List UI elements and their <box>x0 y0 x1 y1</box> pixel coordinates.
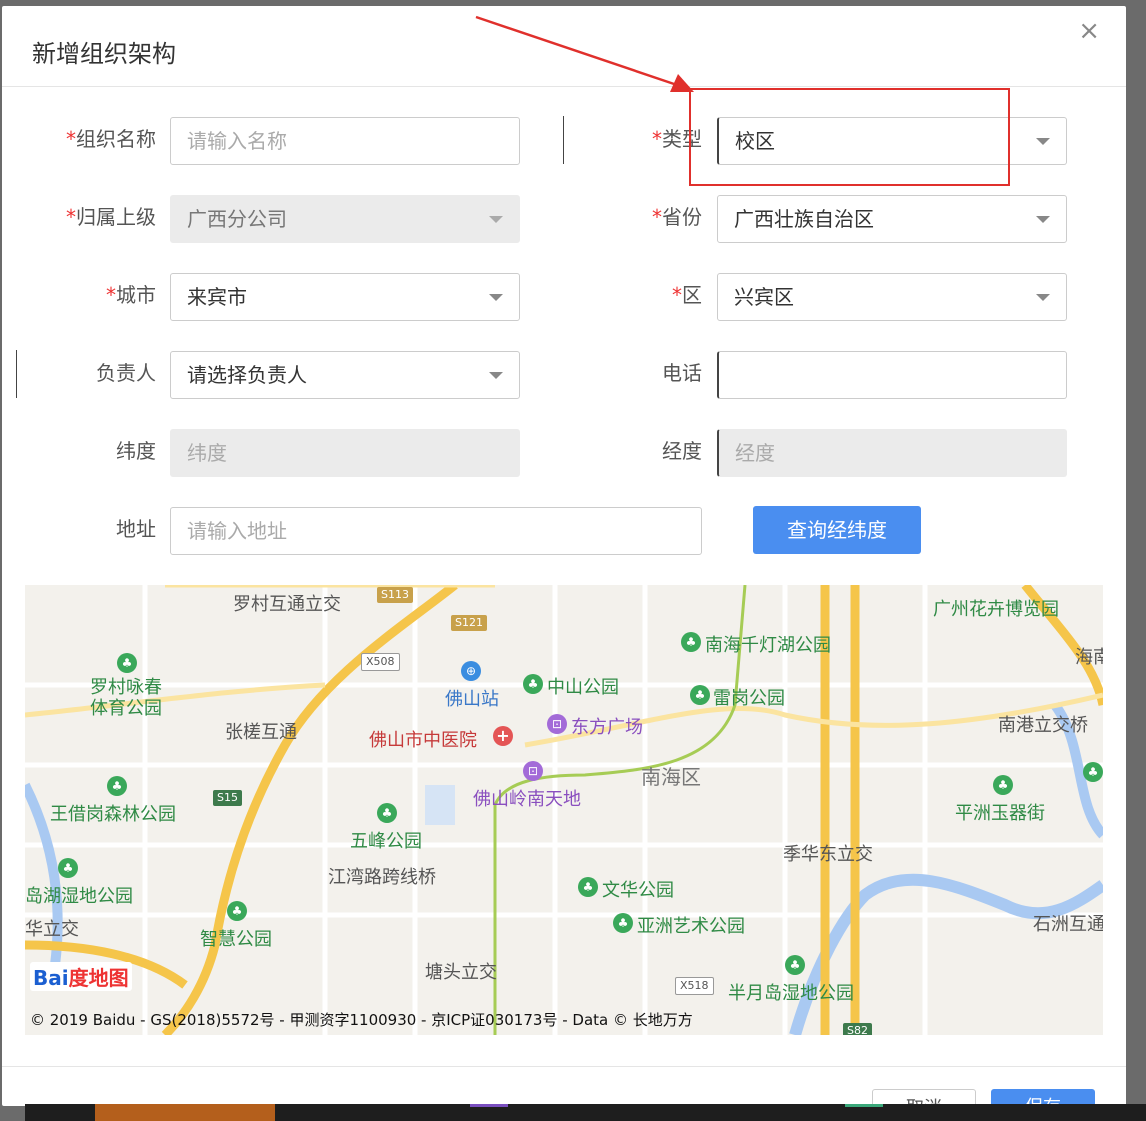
road-badge: S15 <box>213 790 242 806</box>
tree-icon: ♣ <box>993 775 1013 795</box>
latitude-input: 纬度 <box>170 429 520 477</box>
road-badge: X518 <box>675 977 714 995</box>
road-badge: S82 <box>843 1023 872 1035</box>
shopping-icon: ⊡ <box>523 761 543 781</box>
divider <box>16 350 17 398</box>
map-label: 罗村互通立交 <box>233 594 341 615</box>
annotation-box <box>689 88 1010 186</box>
map-label: 雷岗公园 <box>713 688 785 709</box>
province-label: *省份 <box>652 205 702 229</box>
taskbar-app[interactable] <box>845 1104 883 1121</box>
province-select[interactable]: 广西壮族自治区 <box>717 195 1067 243</box>
close-icon[interactable]: × <box>1078 18 1100 44</box>
org-name-label: *组织名称 <box>66 127 156 151</box>
longitude-input: 经度 <box>717 429 1067 477</box>
map-label: 佛山站 <box>445 689 499 710</box>
tree-icon: ♣ <box>377 803 397 823</box>
parent-select: 广西分公司 <box>170 195 520 243</box>
map-label: 南港立交桥 <box>998 715 1088 736</box>
phone-input[interactable] <box>717 351 1067 399</box>
tree-icon: ♣ <box>523 674 543 694</box>
type-label: *类型 <box>652 127 702 151</box>
shopping-icon: ⊡ <box>547 714 567 734</box>
road-badge: X508 <box>361 653 400 671</box>
map-copyright: © 2019 Baidu - GS(2018)5572号 - 甲测资字11009… <box>30 1011 693 1029</box>
chevron-down-icon <box>489 216 503 223</box>
train-station-icon: ⊕ <box>461 661 481 681</box>
latitude-label: 纬度 <box>116 439 156 463</box>
chevron-down-icon <box>1036 216 1050 223</box>
phone-label: 电话 <box>662 361 702 385</box>
taskbar-app[interactable] <box>95 1104 275 1121</box>
map-label: 南海千灯湖公园 <box>705 635 831 656</box>
tree-icon: ♣ <box>117 653 137 673</box>
district-select-value: 兴宾区 <box>734 285 794 309</box>
map-label: 罗村咏春 体育公园 <box>90 677 162 719</box>
map-label: 季华东立交 <box>783 844 873 865</box>
city-select[interactable]: 来宾市 <box>170 273 520 321</box>
map-label: 王借岗森林公园 <box>50 804 176 825</box>
district-label: *区 <box>672 283 702 307</box>
chevron-down-icon <box>1036 138 1050 145</box>
city-label: *城市 <box>106 283 156 307</box>
map-label: 江湾路跨线桥 <box>328 867 436 888</box>
tree-icon: ♣ <box>107 776 127 796</box>
divider <box>563 116 564 164</box>
tree-icon: ♣ <box>681 632 701 652</box>
map-label: 文华公园 <box>602 880 674 901</box>
chevron-down-icon <box>489 372 503 379</box>
map-label: 智慧公园 <box>200 929 272 950</box>
road-badge: S121 <box>451 615 487 631</box>
map-label: 华立交 <box>25 919 79 940</box>
chevron-down-icon <box>1036 294 1050 301</box>
map-label: 塘头立交 <box>425 962 497 983</box>
modal-title: 新增组织架构 <box>32 40 176 68</box>
query-coordinates-button[interactable]: 查询经纬度 <box>753 506 921 554</box>
tree-icon: ♣ <box>690 685 710 705</box>
map-label: 佛山岭南天地 <box>473 789 581 810</box>
longitude-label: 经度 <box>662 439 702 463</box>
map-label: 海南 <box>1075 647 1103 668</box>
road-badge: S113 <box>377 587 413 603</box>
map-label: 亚洲艺术公园 <box>637 916 745 937</box>
map-label: 佛山市中医院 <box>369 730 477 751</box>
baidu-map[interactable]: 罗村互通立交 S113 S121 广州花卉博览园 ♣ 南海千灯湖公园 海南 X5… <box>25 585 1103 1035</box>
manager-select-value: 请选择负责人 <box>187 363 307 387</box>
parent-select-value: 广西分公司 <box>187 207 287 231</box>
tree-icon: ♣ <box>58 858 78 878</box>
address-label: 地址 <box>116 517 156 541</box>
map-label: 东方广场 <box>571 717 643 738</box>
taskbar <box>25 1104 1146 1121</box>
map-label: 广州花卉博览园 <box>933 599 1059 620</box>
map-label: 半月岛湿地公园 <box>728 983 854 1004</box>
map-label: 石洲互通 <box>1033 914 1103 935</box>
city-select-value: 来宾市 <box>187 285 247 309</box>
map-label: 南海区 <box>641 765 701 789</box>
footer-divider <box>2 1066 1126 1067</box>
baidu-logo: Bai度地图 <box>30 962 132 991</box>
modal-header: 新增组织架构 × <box>2 6 1126 87</box>
map-label: 五峰公园 <box>350 831 422 852</box>
tree-icon: ♣ <box>578 877 598 897</box>
address-input[interactable]: 请输入地址 <box>170 507 702 555</box>
tree-icon: ♣ <box>1083 762 1103 782</box>
tree-icon: ♣ <box>785 955 805 975</box>
district-select[interactable]: 兴宾区 <box>717 273 1067 321</box>
map-label: 张槎互通 <box>225 722 297 743</box>
tree-icon: ♣ <box>227 901 247 921</box>
org-name-input[interactable]: 请输入名称 <box>170 117 520 165</box>
map-label: 岛湖湿地公园 <box>25 886 133 907</box>
manager-select[interactable]: 请选择负责人 <box>170 351 520 399</box>
manager-label: 负责人 <box>96 361 156 385</box>
tree-icon: ♣ <box>613 913 633 933</box>
hospital-icon: + <box>493 726 513 746</box>
parent-label: *归属上级 <box>66 205 156 229</box>
taskbar-app[interactable] <box>470 1104 508 1121</box>
map-label: 平洲玉器街 <box>955 803 1045 824</box>
chevron-down-icon <box>489 294 503 301</box>
map-label: 中山公园 <box>547 677 619 698</box>
province-select-value: 广西壮族自治区 <box>734 207 874 231</box>
